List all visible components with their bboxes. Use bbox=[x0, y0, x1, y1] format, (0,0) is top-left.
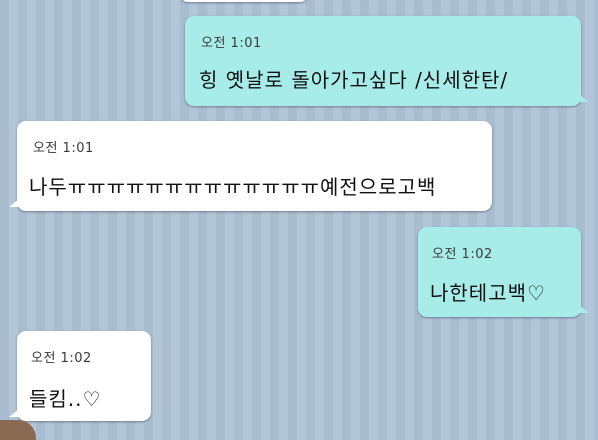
bubble-tail bbox=[9, 409, 19, 417]
message-bubble-outgoing[interactable]: 오전 1:01 힝 옛날로 돌아가고싶다 /신세한탄/ bbox=[185, 16, 589, 106]
message-timestamp: 오전 1:02 bbox=[432, 247, 493, 262]
message-bubble-incoming[interactable]: 오전 1:01 나두ㅠㅠㅠㅠㅠㅠㅠㅠㅠㅠㅠㅠㅠ예전으로고백 bbox=[9, 121, 492, 211]
message-text: 나두ㅠㅠㅠㅠㅠㅠㅠㅠㅠㅠㅠㅠㅠ예전으로고백 bbox=[29, 175, 437, 199]
previous-message-bubble bbox=[180, 0, 308, 2]
message-text: 들킴..♡ bbox=[29, 387, 102, 411]
message-timestamp: 오전 1:02 bbox=[31, 351, 92, 366]
bubble-tail bbox=[9, 199, 19, 207]
message-text: 나한테고백♡ bbox=[430, 281, 546, 305]
message-text: 힝 옛날로 돌아가고싶다 /신세한탄/ bbox=[199, 68, 509, 92]
message-timestamp: 오전 1:01 bbox=[201, 36, 262, 51]
avatar[interactable] bbox=[0, 420, 36, 440]
message-bubble-outgoing[interactable]: 오전 1:02 나한테고백♡ bbox=[418, 227, 589, 317]
message-timestamp: 오전 1:01 bbox=[33, 141, 94, 156]
bubble-tail bbox=[579, 305, 589, 313]
message-bubble-incoming[interactable]: 오전 1:02 들킴..♡ bbox=[9, 331, 151, 421]
bubble-tail bbox=[579, 94, 589, 102]
